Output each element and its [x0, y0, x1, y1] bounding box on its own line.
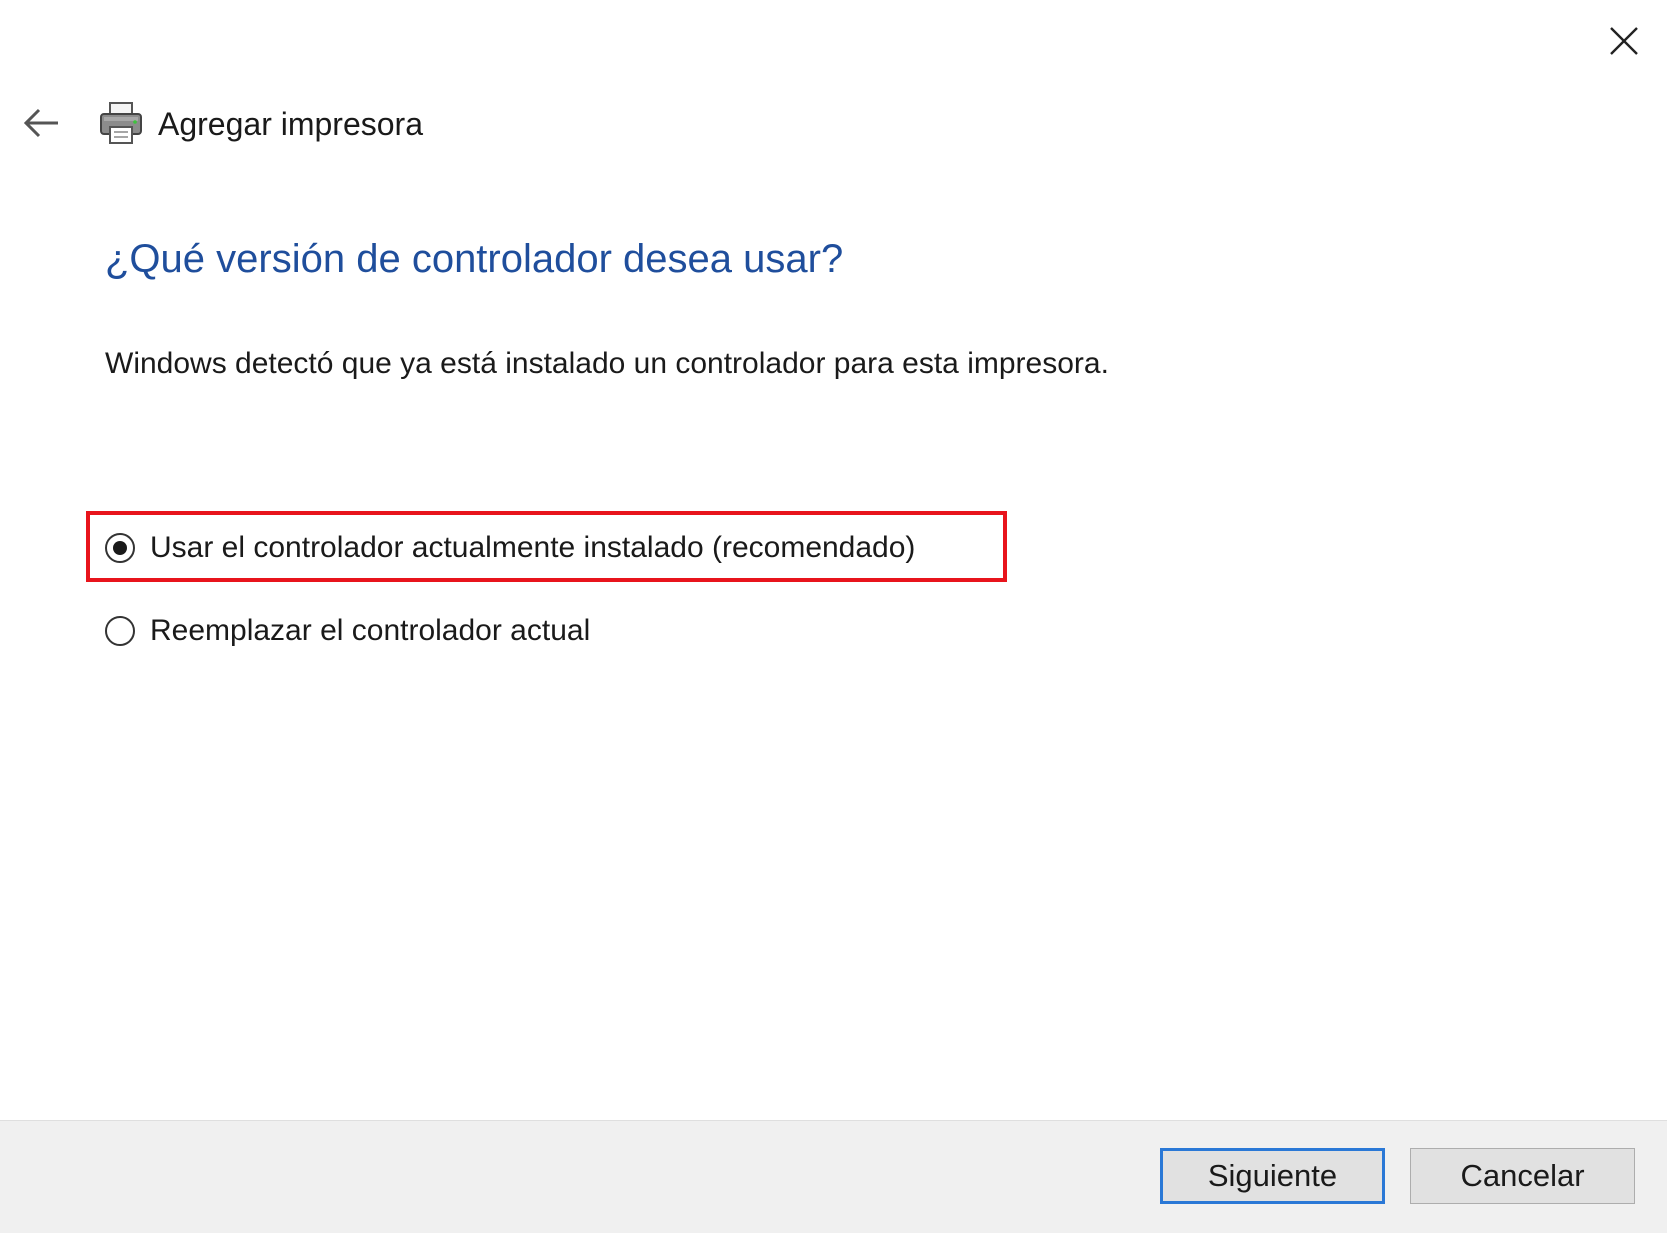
page-heading: ¿Qué versión de controlador desea usar?: [105, 237, 844, 281]
radio-label-use-current-driver: Usar el controlador actualmente instalad…: [150, 531, 916, 564]
printer-icon: [98, 100, 144, 146]
close-icon: [1610, 27, 1638, 55]
description-text: Windows detectó que ya está instalado un…: [105, 347, 1109, 380]
arrow-left-icon: [23, 108, 58, 138]
radio-use-current-driver[interactable]: Usar el controlador actualmente instalad…: [105, 528, 915, 568]
radio-button-selected[interactable]: [105, 533, 135, 563]
back-button[interactable]: [22, 106, 62, 140]
add-printer-dialog: Agregar impresora ¿Qué versión de contro…: [0, 0, 1667, 1233]
window-title: Agregar impresora: [158, 106, 423, 142]
close-button[interactable]: [1605, 22, 1643, 60]
radio-label-replace-driver: Reemplazar el controlador actual: [150, 614, 591, 647]
cancel-button[interactable]: Cancelar: [1410, 1148, 1635, 1204]
radio-replace-driver[interactable]: Reemplazar el controlador actual: [105, 611, 590, 651]
next-button[interactable]: Siguiente: [1160, 1148, 1385, 1204]
radio-button-unselected[interactable]: [105, 616, 135, 646]
